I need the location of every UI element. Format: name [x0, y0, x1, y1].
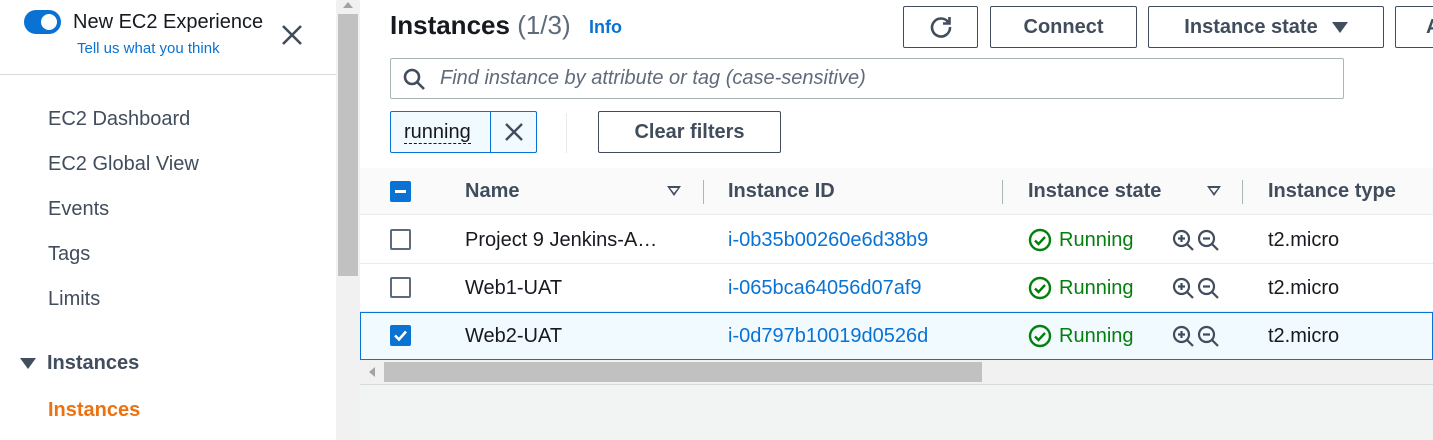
- check-circle-icon: [1028, 276, 1052, 300]
- instance-type: t2.micro: [1268, 229, 1340, 251]
- table-row[interactable]: Web1-UAT i-065bca64056d07af9 Running t2.…: [360, 264, 1433, 312]
- actions-dropdown[interactable]: A: [1395, 6, 1433, 48]
- table-row[interactable]: Project 9 Jenkins-A… i-0b35b00260e6d38b9…: [360, 216, 1433, 264]
- instance-state-text: Running: [1059, 228, 1134, 251]
- actions-label: A: [1426, 16, 1433, 39]
- zoom-controls: [1172, 277, 1220, 300]
- main-content: Instances (1/3) Info Connect Instance st…: [360, 0, 1433, 440]
- filter-token: running: [390, 111, 537, 153]
- scrollbar-thumb[interactable]: [338, 14, 358, 276]
- check-circle-icon: [1028, 228, 1052, 252]
- info-link[interactable]: Info: [589, 17, 622, 38]
- select-all-checkbox[interactable]: [390, 181, 411, 202]
- close-icon[interactable]: [280, 23, 304, 47]
- zoom-in-icon[interactable]: [1172, 325, 1195, 348]
- sort-icon[interactable]: [667, 186, 681, 196]
- remove-filter-button[interactable]: [490, 112, 536, 152]
- zoom-controls: [1172, 229, 1220, 252]
- refresh-button[interactable]: [903, 6, 978, 48]
- sidebar-item-ec2-global-view[interactable]: EC2 Global View: [48, 153, 199, 176]
- instance-state-label: Instance state: [1184, 15, 1318, 38]
- clear-filters-button[interactable]: Clear filters: [598, 111, 781, 153]
- instance-id-link[interactable]: i-065bca64056d07af9: [728, 277, 922, 300]
- instance-state-text: Running: [1059, 324, 1134, 347]
- sidebar-item-instances[interactable]: Instances: [48, 399, 140, 422]
- row-checkbox[interactable]: [390, 277, 411, 298]
- column-resizer[interactable]: [1002, 180, 1003, 204]
- sidebar-divider: [0, 74, 336, 75]
- zoom-out-icon[interactable]: [1197, 325, 1220, 348]
- filter-divider: [566, 113, 567, 153]
- sidebar-section-instances[interactable]: Instances: [20, 352, 139, 375]
- toggle-switch[interactable]: [24, 10, 61, 34]
- filter-token-text: running: [404, 120, 471, 144]
- instance-state: Running: [1028, 276, 1134, 300]
- column-resizer[interactable]: [1242, 180, 1243, 204]
- new-experience-title: New EC2 Experience: [73, 11, 264, 33]
- instance-state: Running: [1028, 228, 1134, 252]
- sidebar-section-label: Instances: [47, 352, 140, 374]
- instance-state-text: Running: [1059, 276, 1134, 299]
- zoom-controls: [1172, 325, 1220, 348]
- sidebar-item-events[interactable]: Events: [48, 198, 109, 221]
- scroll-up-arrow-icon[interactable]: [343, 2, 353, 8]
- zoom-out-icon[interactable]: [1197, 277, 1220, 300]
- column-header-name[interactable]: Name: [465, 180, 519, 203]
- details-panel: [360, 384, 1433, 440]
- sidebar-item-limits[interactable]: Limits: [48, 288, 100, 311]
- instance-name: Web2-UAT: [465, 325, 563, 347]
- column-header-instance-type[interactable]: Instance type: [1268, 180, 1396, 203]
- sidebar-item-ec2-dashboard[interactable]: EC2 Dashboard: [48, 108, 190, 131]
- feedback-link[interactable]: Tell us what you think: [77, 40, 220, 57]
- caret-down-icon: [1331, 21, 1348, 33]
- filter-token-label[interactable]: running: [391, 112, 490, 152]
- zoom-in-icon[interactable]: [1172, 229, 1195, 252]
- instance-name: Web1-UAT: [465, 277, 563, 299]
- checkmark-icon: [394, 330, 407, 342]
- refresh-icon: [930, 17, 951, 38]
- scroll-left-arrow-icon[interactable]: [369, 367, 375, 377]
- search-input[interactable]: [440, 67, 1320, 90]
- instance-name: Project 9 Jenkins-A…: [465, 229, 658, 251]
- search-icon: [403, 68, 425, 90]
- table-header: Name Instance ID Instance state Instance…: [360, 168, 1433, 215]
- zoom-out-icon[interactable]: [1197, 229, 1220, 252]
- sidebar-item-tags[interactable]: Tags: [48, 243, 90, 266]
- toggle-knob: [41, 14, 57, 30]
- instance-state-dropdown[interactable]: Instance state: [1148, 6, 1384, 48]
- row-checkbox[interactable]: [390, 229, 411, 250]
- table-horizontal-scrollbar[interactable]: [360, 360, 1433, 384]
- page-title-text: Instances: [390, 10, 510, 40]
- column-resizer[interactable]: [703, 180, 704, 204]
- table-row-selected[interactable]: Web2-UAT i-0d797b10019d0526d Running t2.…: [360, 312, 1433, 360]
- instance-state: Running: [1028, 324, 1134, 348]
- caret-down-icon: [20, 358, 36, 369]
- instance-id-link[interactable]: i-0b35b00260e6d38b9: [728, 229, 928, 252]
- column-header-instance-id[interactable]: Instance ID: [728, 180, 835, 203]
- row-checkbox-checked[interactable]: [390, 325, 411, 346]
- check-circle-icon: [1028, 324, 1052, 348]
- instance-id-link[interactable]: i-0d797b10019d0526d: [728, 325, 928, 348]
- connect-button[interactable]: Connect: [990, 6, 1137, 48]
- search-bar[interactable]: [390, 58, 1344, 99]
- instance-type: t2.micro: [1268, 277, 1340, 299]
- new-experience-toggle[interactable]: [24, 10, 61, 34]
- page-title: Instances (1/3): [390, 10, 571, 41]
- close-icon: [504, 123, 523, 141]
- zoom-in-icon[interactable]: [1172, 277, 1195, 300]
- sort-icon[interactable]: [1207, 186, 1221, 196]
- selection-count: (1/3): [517, 10, 571, 40]
- scrollbar-thumb[interactable]: [384, 362, 982, 382]
- sidebar: New EC2 Experience Tell us what you thin…: [0, 0, 336, 440]
- instance-type: t2.micro: [1268, 325, 1340, 347]
- sidebar-scrollbar[interactable]: [336, 0, 360, 440]
- column-header-instance-state[interactable]: Instance state: [1028, 180, 1161, 203]
